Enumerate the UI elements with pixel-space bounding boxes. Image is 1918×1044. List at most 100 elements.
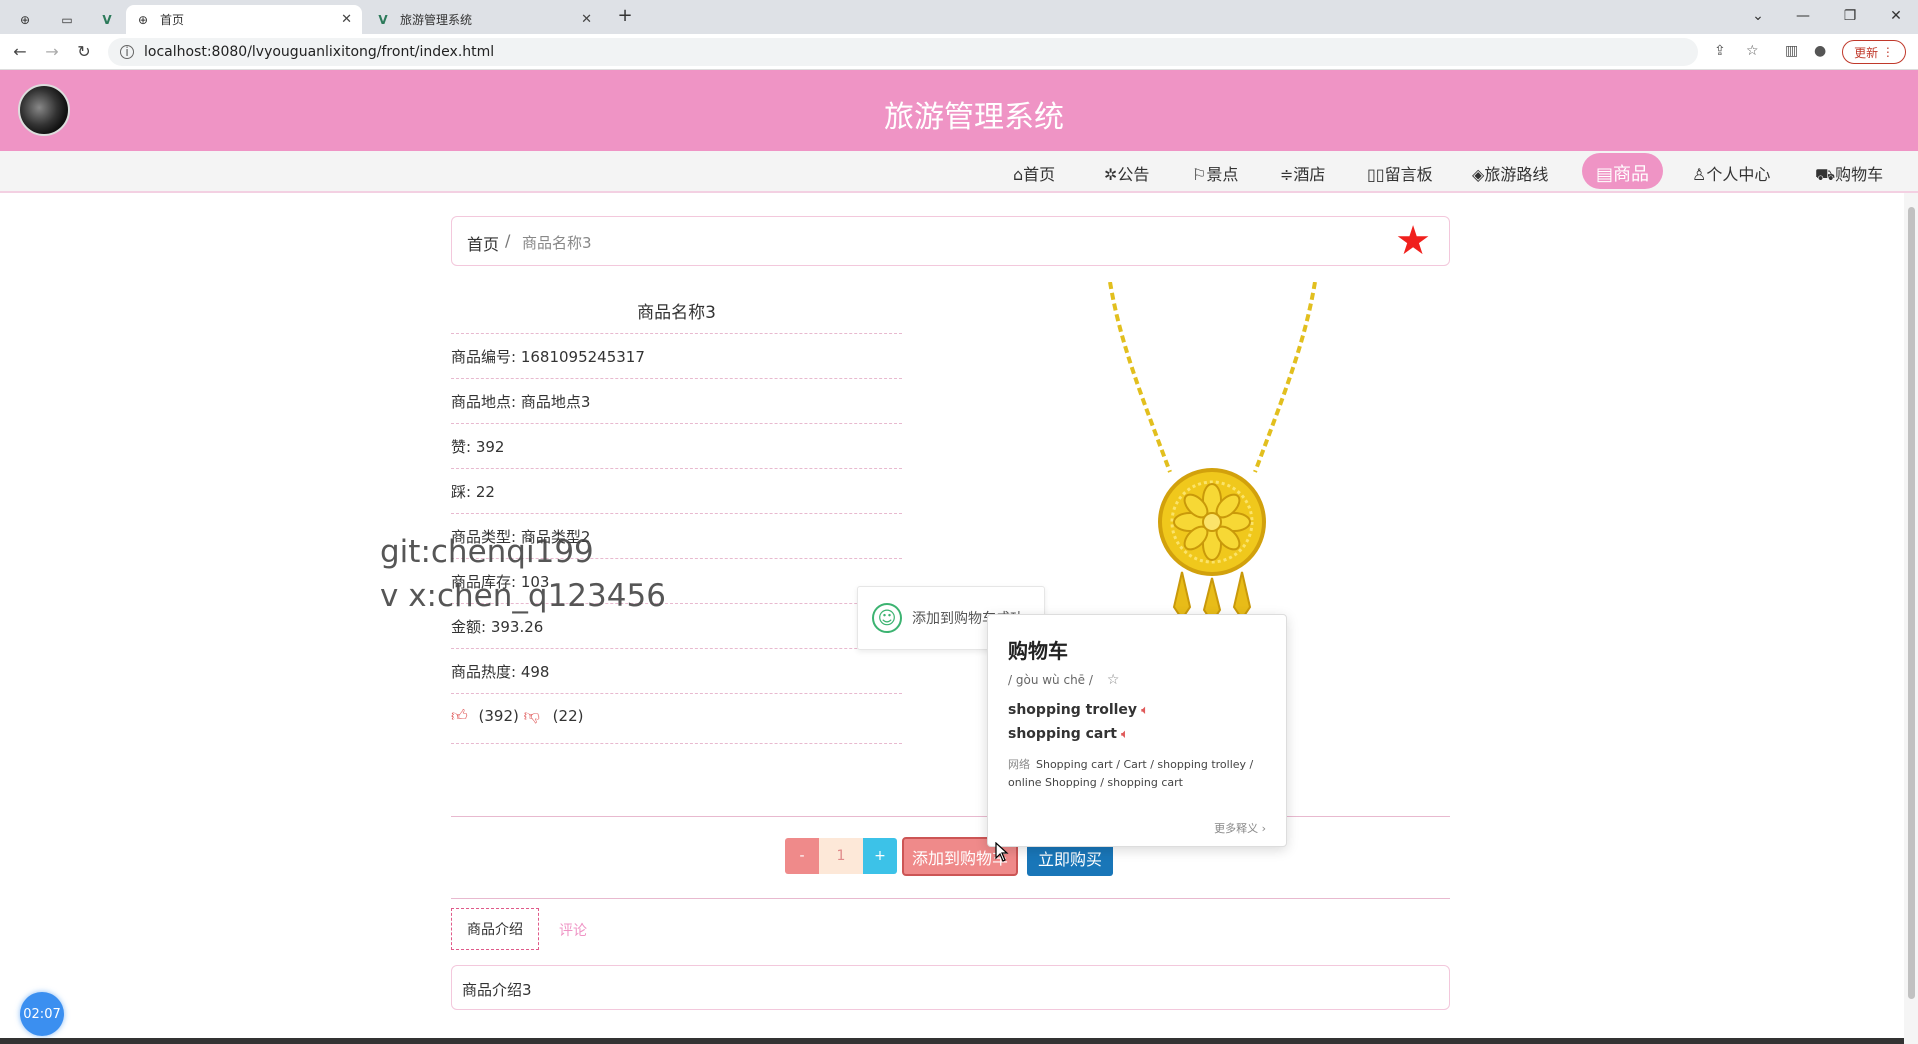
chevron-down-icon[interactable]: ⌄ — [1748, 8, 1768, 24]
nav-cart[interactable]: ⛟购物车 — [1815, 161, 1883, 186]
divider — [451, 816, 1450, 817]
flag-icon: ⚐ — [1192, 165, 1207, 184]
tab-home[interactable]: ⊕ 首页 ✕ — [126, 5, 362, 34]
smile-icon: ☺ — [872, 603, 902, 633]
dict-pinyin-text: / gòu wù chē / — [1008, 673, 1093, 687]
new-tab-icon[interactable]: + — [615, 5, 635, 26]
divider — [451, 898, 1450, 899]
dict-meaning: shopping trolley 🔈︎ — [1008, 702, 1266, 718]
dict-meaning: shopping cart 🔈︎ — [1008, 726, 1266, 742]
nav-label: 公告 — [1117, 165, 1150, 184]
speaker-icon[interactable]: 🔈︎ — [1141, 703, 1149, 718]
update-label: 更新 — [1854, 45, 1879, 60]
speaker-icon[interactable]: 🔈︎ — [1121, 727, 1129, 742]
vue-icon: V — [378, 12, 388, 27]
scrollbar-thumb[interactable] — [1908, 207, 1915, 999]
nav-label: 商品 — [1613, 164, 1650, 185]
nav-goods[interactable]: ▤商品 — [1582, 153, 1664, 189]
info-row-dislikes: 踩: 22 — [451, 468, 902, 513]
nav-scenic[interactable]: ⚐景点 — [1192, 161, 1238, 185]
product-image — [1108, 282, 1317, 622]
globe-icon: ⊕ — [19, 12, 31, 27]
minimize-icon[interactable]: — — [1793, 8, 1813, 24]
close-icon[interactable]: ✕ — [341, 12, 352, 27]
watermark-line2: v x:chen_q123456 — [380, 578, 666, 614]
nav-label: 景点 — [1206, 165, 1239, 184]
dict-net-meanings: 网络 Shopping cart / Cart / shopping trolle… — [1008, 756, 1266, 792]
timer-badge[interactable]: 02:07 — [20, 992, 64, 1036]
user-icon: ♙ — [1692, 165, 1707, 184]
star-outline-icon[interactable]: ☆ — [1107, 672, 1120, 688]
tab-comment[interactable]: 评论 — [559, 920, 587, 940]
quantity-increment-button[interactable]: + — [863, 838, 897, 874]
quantity-decrement-button[interactable]: - — [785, 838, 819, 874]
forward-icon[interactable]: → — [42, 42, 62, 61]
nav-notice[interactable]: ✲公告 — [1104, 161, 1149, 185]
like-count: (392) — [478, 707, 519, 725]
nav-profile[interactable]: ♙个人中心 — [1692, 161, 1770, 185]
breadcrumb-sep: / — [505, 231, 511, 250]
info-row-location: 商品地点: 商品地点3 — [451, 378, 902, 423]
tab-globe[interactable]: ⊕ — [8, 5, 42, 34]
tab-title: 首页 — [160, 13, 185, 27]
favorite-star-icon[interactable]: ★ — [1395, 221, 1431, 261]
tab-title: 旅游管理系统 — [400, 13, 473, 27]
dict-net-text: Shopping cart / Cart / shopping trolley … — [1008, 758, 1254, 789]
tab-blank[interactable]: ▭ — [50, 5, 84, 34]
dict-meaning-text: shopping trolley — [1008, 702, 1138, 718]
nav-label: 购物车 — [1835, 165, 1884, 184]
url-input[interactable]: i localhost:8080/lvyouguanlixitong/front… — [108, 38, 1698, 66]
home-icon: ⌂ — [1013, 165, 1024, 184]
info-icon[interactable]: i — [120, 45, 134, 59]
tab-vue[interactable]: V — [90, 5, 124, 34]
breadcrumb-home[interactable]: 首页 — [467, 231, 499, 255]
breadcrumb: 首页 / 商品名称3 ★ — [451, 216, 1450, 266]
close-icon[interactable]: ✕ — [581, 12, 592, 27]
nav-route[interactable]: ◈旅游路线 — [1472, 161, 1548, 185]
mouse-cursor-icon — [995, 842, 1009, 862]
bottom-edge — [0, 1038, 1904, 1044]
reload-icon[interactable]: ↻ — [74, 42, 94, 61]
goods-icon: ▤ — [1596, 164, 1614, 185]
nav-label: 留言板 — [1384, 165, 1433, 184]
restore-icon[interactable]: ❐ — [1840, 8, 1860, 24]
dislike-count: (22) — [552, 707, 584, 725]
breadcrumb-current: 商品名称3 — [522, 234, 592, 252]
announce-icon: ✲ — [1104, 165, 1118, 184]
product-intro-text: 商品介绍3 — [451, 965, 1450, 1010]
thumb-up-icon[interactable]: 👍︎ — [451, 706, 468, 725]
nav-message-board[interactable]: ▯▯留言板 — [1367, 161, 1433, 185]
url-text: localhost:8080/lvyouguanlixitong/front/i… — [144, 44, 495, 60]
thumb-down-icon[interactable]: 👎︎ — [524, 706, 540, 725]
tab-product-intro[interactable]: 商品介绍 — [451, 908, 539, 950]
dict-meaning-text: shopping cart — [1008, 726, 1117, 742]
nav-hotel[interactable]: ≑酒店 — [1280, 161, 1325, 185]
layers-icon: ◈ — [1472, 165, 1485, 184]
nav-label: 酒店 — [1293, 165, 1326, 184]
sidepanel-icon[interactable]: ▥ — [1785, 43, 1798, 59]
product-name: 商品名称3 — [637, 303, 716, 323]
globe-icon: ⊕ — [137, 12, 149, 27]
vote-row: 👍︎ (392) 👎︎ (22) — [451, 693, 902, 744]
bookmark-star-icon[interactable]: ☆ — [1746, 43, 1759, 59]
share-icon[interactable]: ⇪ — [1714, 43, 1726, 59]
update-button[interactable]: 更新 ⋮ — [1842, 40, 1906, 64]
dict-pinyin: / gòu wù chē / ☆ — [1008, 672, 1266, 688]
dict-word: 购物车 — [1008, 639, 1068, 663]
tab-system[interactable]: V 旅游管理系统 ✕ — [366, 5, 602, 34]
dictionary-popup: 购物车 / gòu wù chē / ☆ shopping trolley 🔈︎ s… — [987, 614, 1287, 847]
info-row-heat: 商品热度: 498 — [451, 648, 902, 693]
sliders-icon: ≑ — [1280, 165, 1294, 184]
profile-icon[interactable]: ● — [1814, 43, 1826, 59]
info-row-likes: 赞: 392 — [451, 423, 902, 468]
page-icon: ▭ — [61, 12, 73, 27]
back-icon[interactable]: ← — [10, 42, 30, 61]
scrollbar[interactable] — [1904, 193, 1918, 1044]
dict-more-link[interactable]: 更多释义 › — [1214, 820, 1266, 836]
site-header: 旅游管理系统 — [0, 70, 1918, 151]
main-nav: ⌂首页 ✲公告 ⚐景点 ≑酒店 ▯▯留言板 ◈旅游路线 ▤商品 ♙个人中心 ⛟购… — [0, 151, 1918, 193]
quantity-input[interactable]: 1 — [819, 838, 863, 874]
nav-home[interactable]: ⌂首页 — [1013, 161, 1055, 185]
vue-icon: V — [102, 12, 112, 27]
close-window-icon[interactable]: ✕ — [1886, 8, 1906, 24]
